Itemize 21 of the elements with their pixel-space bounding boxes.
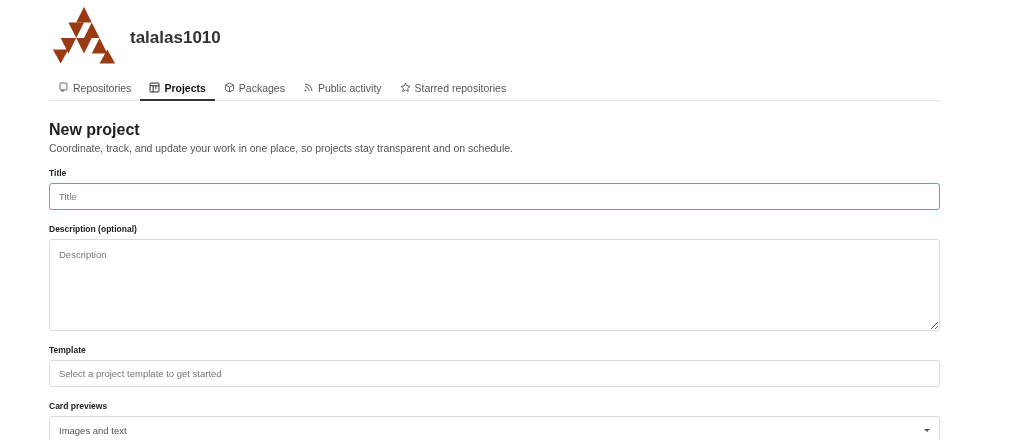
input-field[interactable]: Title — [49, 183, 940, 210]
page-heading: New project — [49, 121, 141, 139]
profile-tab[interactable]: Packages — [214, 76, 294, 101]
description-field[interactable]: Description — [49, 239, 940, 331]
profile-tab[interactable]: Projects — [140, 76, 215, 101]
field-label: Template — [49, 345, 87, 355]
field-label: Title — [49, 168, 68, 178]
profile-tab[interactable]: Repositories — [49, 76, 141, 101]
dropdown[interactable]: Images and text — [49, 416, 940, 440]
field-label: Card previews — [49, 401, 109, 411]
caret-icon — [924, 429, 930, 432]
project-board-icon — [149, 82, 161, 93]
repo-icon — [58, 82, 69, 93]
username: talalas1010 — [130, 28, 221, 48]
rss-icon — [302, 82, 314, 93]
profile-tab[interactable]: Public activity — [293, 76, 391, 101]
field-label: Description (optional) — [49, 224, 138, 234]
page-subtitle: Coordinate, track, and update your work in one place, so projects stay transparent and on schedule. — [49, 142, 515, 154]
star-icon — [399, 82, 411, 93]
profile-tab[interactable]: Starred repositories — [390, 76, 516, 101]
package-icon — [223, 82, 235, 93]
